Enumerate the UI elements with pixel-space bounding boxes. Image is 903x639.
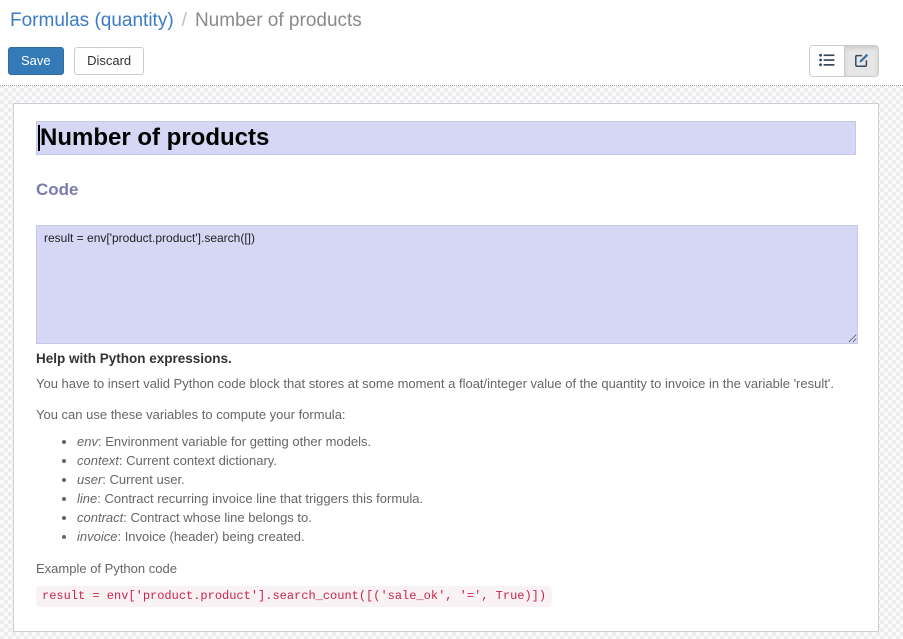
record-name-value: Number of products: [40, 122, 269, 154]
save-button[interactable]: Save: [8, 47, 64, 75]
list-item: user: Current user.: [77, 473, 856, 487]
help-intro-text: You have to insert valid Python code blo…: [36, 375, 856, 392]
breadcrumb-current: Number of products: [195, 10, 362, 31]
list-item: invoice: Invoice (header) being created.: [77, 530, 856, 544]
variables-list: env: Environment variable for getting ot…: [36, 435, 856, 544]
breadcrumb-parent-link[interactable]: Formulas (quantity): [10, 10, 174, 31]
help-heading: Help with Python expressions.: [36, 351, 856, 366]
control-panel: Formulas (quantity) / Number of products S…: [0, 0, 903, 86]
breadcrumb: Formulas (quantity) / Number of products: [10, 10, 895, 32]
list-item: context: Current context dictionary.: [77, 454, 856, 468]
discard-button[interactable]: Discard: [74, 47, 144, 75]
list-icon: [819, 53, 835, 70]
code-section-heading: Code: [36, 180, 856, 200]
list-item: contract: Contract whose line belongs to…: [77, 511, 856, 525]
form-view-button[interactable]: [844, 46, 878, 76]
list-item: line: Contract recurring invoice line th…: [77, 492, 856, 506]
list-view-button[interactable]: [810, 46, 844, 76]
control-panel-buttons-row: Save Discard: [8, 45, 895, 77]
record-buttons: Save Discard: [8, 47, 144, 75]
form-sheet: Number of products Code result = env['pr…: [13, 103, 879, 632]
list-item: env: Environment variable for getting ot…: [77, 435, 856, 449]
view-switcher: [809, 45, 879, 77]
edit-pencil-icon: [854, 52, 870, 71]
help-variables-intro: You can use these variables to compute y…: [36, 407, 856, 422]
code-textarea[interactable]: result = env['product.product'].search([…: [36, 225, 858, 344]
breadcrumb-separator: /: [182, 10, 187, 31]
example-code-snippet: result = env['product.product'].search_c…: [36, 586, 552, 607]
python-help-block: Help with Python expressions. You have t…: [36, 351, 856, 607]
record-name-input[interactable]: Number of products: [36, 121, 856, 155]
example-label: Example of Python code: [36, 561, 856, 576]
